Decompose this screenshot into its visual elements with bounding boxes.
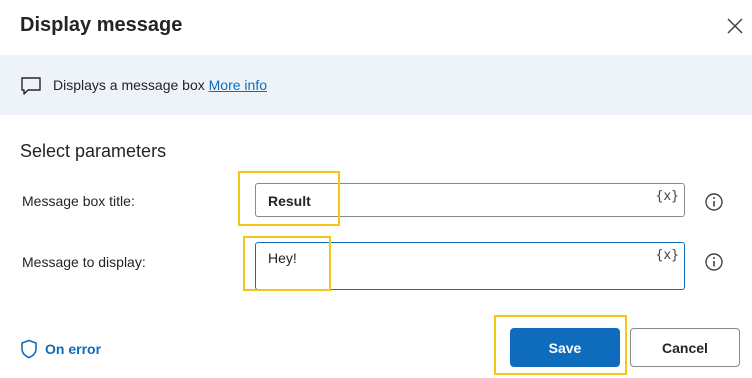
message-to-display-input[interactable]: Hey! {x} — [255, 242, 685, 290]
message-to-display-value: Hey! — [268, 250, 297, 266]
save-button[interactable]: Save — [510, 328, 620, 367]
message-icon — [21, 77, 41, 95]
dialog-title: Display message — [20, 14, 183, 36]
info-icon[interactable] — [704, 192, 724, 212]
insert-variable-button[interactable]: {x} — [656, 248, 679, 263]
shield-icon — [21, 339, 37, 359]
message-box-title-input[interactable]: Result {x} — [255, 183, 685, 217]
close-icon — [727, 18, 743, 34]
insert-variable-button[interactable]: {x} — [656, 189, 679, 204]
message-box-title-label: Message box title: — [22, 193, 135, 209]
info-bar: Displays a message box More info — [0, 55, 752, 115]
display-message-dialog: Display message Displays a message box M… — [0, 0, 752, 378]
message-to-display-label: Message to display: — [22, 254, 146, 270]
info-text: Displays a message box — [53, 77, 209, 93]
info-description: Displays a message box More info — [53, 77, 267, 93]
more-info-link[interactable]: More info — [209, 77, 267, 93]
section-title: Select parameters — [20, 141, 167, 161]
on-error-button[interactable]: On error — [20, 337, 101, 361]
message-box-title-value: Result — [268, 193, 311, 209]
on-error-label: On error — [45, 341, 102, 357]
close-button[interactable] — [724, 15, 746, 37]
info-icon[interactable] — [704, 252, 724, 272]
cancel-button[interactable]: Cancel — [630, 328, 740, 367]
